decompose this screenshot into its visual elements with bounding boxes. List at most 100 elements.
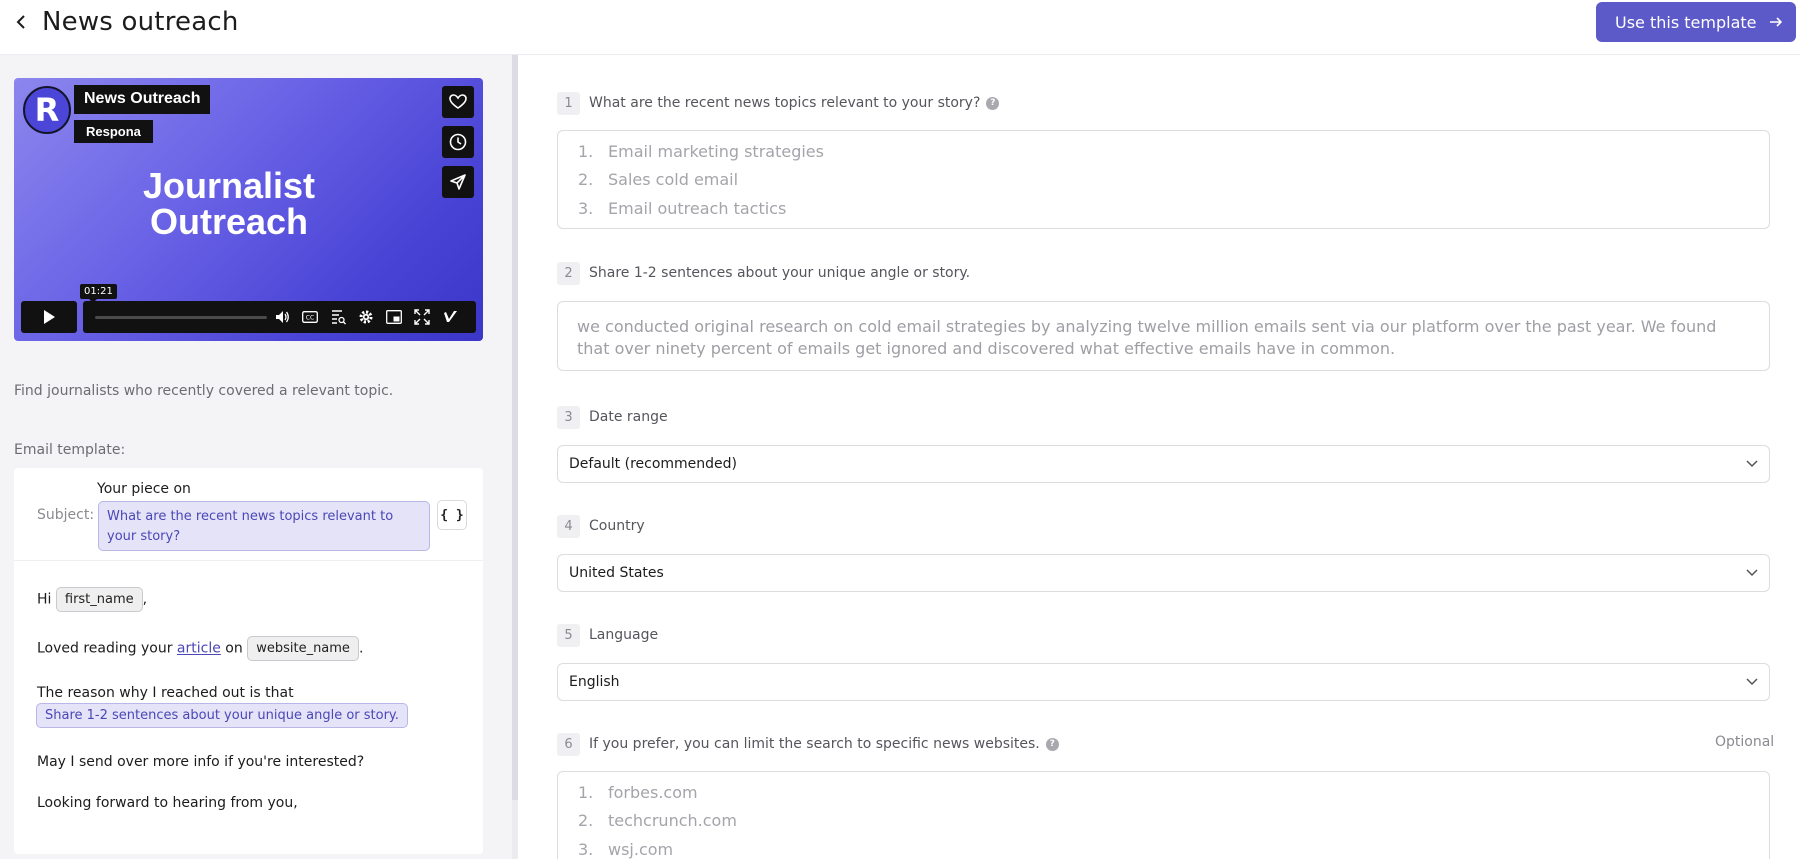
greeting-comma: ,	[142, 591, 148, 608]
vimeo-icon	[442, 311, 457, 322]
email-template-label: Email template:	[14, 442, 126, 458]
send-icon	[450, 174, 466, 190]
use-template-label: Use this template	[1615, 12, 1757, 32]
video-control-bar: CC	[83, 301, 476, 333]
pip-button[interactable]	[385, 308, 403, 326]
question-label: What are the recent news topics relevant…	[589, 95, 981, 111]
settings-icon	[359, 310, 373, 324]
question-3: 3 Date range	[557, 405, 668, 429]
angle-placeholder: we conducted original research on cold e…	[577, 317, 1717, 358]
transcript-icon	[332, 310, 346, 325]
chevron-down-icon	[1746, 569, 1758, 577]
page-title: News outreach	[42, 7, 239, 37]
progress-track[interactable]	[95, 316, 267, 319]
first-name-variable[interactable]: first_name	[55, 587, 143, 612]
greeting-line: Hi first_name,	[37, 587, 147, 612]
question-1: 1 What are the recent news topics releva…	[557, 91, 1000, 115]
chevron-down-icon	[1746, 460, 1758, 468]
back-button[interactable]	[8, 8, 34, 36]
insert-variable-button[interactable]: { }	[437, 500, 467, 530]
volume-icon	[276, 311, 289, 323]
clock-icon	[449, 133, 467, 151]
loved-reading-text: Loved reading your	[37, 640, 173, 657]
template-description: Find journalists who recently covered a …	[14, 383, 394, 399]
heart-icon	[449, 94, 467, 109]
watch-later-button[interactable]	[442, 126, 474, 158]
question-label: Date range	[589, 409, 668, 425]
placeholder-line: 3. wsj.com	[578, 840, 674, 859]
question-5: 5 Language	[557, 623, 658, 647]
card-divider	[14, 560, 483, 561]
help-icon[interactable]: ?	[986, 96, 1000, 110]
angle-variable-chip[interactable]: Share 1-2 sentences about your unique an…	[36, 703, 408, 728]
angle-line: Share 1-2 sentences about your unique an…	[36, 703, 408, 728]
chevron-down-icon	[1746, 678, 1758, 686]
loved-period: .	[358, 640, 364, 657]
email-template-card: Subject: Your piece on What are the rece…	[14, 468, 483, 854]
question-4: 4 Country	[557, 514, 645, 538]
placeholder-line: 1. forbes.com	[578, 783, 698, 802]
page-header: News outreach Use this template	[0, 0, 1800, 55]
question-number: 6	[557, 732, 580, 756]
logo-letter: R	[34, 91, 60, 129]
question-number: 5	[557, 623, 580, 647]
loved-reading-line: Loved reading your article on website_na…	[37, 636, 363, 661]
greeting-text: Hi	[37, 591, 52, 608]
cc-icon: CC	[302, 311, 318, 323]
news-websites-input[interactable]: 1. forbes.com 2. techcrunch.com 3. wsj.com	[557, 771, 1770, 859]
chevron-left-icon	[16, 15, 25, 29]
closing-line: Looking forward to hearing from you,	[37, 795, 298, 811]
play-icon	[44, 310, 55, 324]
question-number: 1	[557, 91, 580, 115]
unique-angle-input[interactable]: we conducted original research on cold e…	[557, 301, 1770, 371]
placeholder-line: 2. techcrunch.com	[578, 811, 737, 830]
select-value: United States	[569, 565, 664, 581]
language-select[interactable]: English	[557, 663, 1770, 701]
video-player[interactable]: R News Outreach Respona Journalist Outre…	[14, 78, 483, 341]
date-range-select[interactable]: Default (recommended)	[557, 445, 1770, 483]
question-6: 6 If you prefer, you can limit the searc…	[557, 732, 1059, 756]
video-author[interactable]: Respona	[74, 120, 153, 143]
question-label: Country	[589, 518, 645, 534]
video-title[interactable]: News Outreach	[74, 85, 211, 114]
subject-label: Subject:	[37, 507, 95, 523]
subject-variable-chip[interactable]: What are the recent news topics relevant…	[98, 501, 430, 551]
question-number: 4	[557, 514, 580, 538]
fullscreen-button[interactable]	[413, 308, 431, 326]
settings-button[interactable]	[357, 308, 375, 326]
vimeo-logo-button[interactable]	[441, 308, 459, 326]
video-headline: Journalist Outreach	[142, 165, 316, 242]
placeholder-line: 2. Sales cold email	[578, 170, 739, 189]
subject-prefix: Your piece on	[97, 481, 191, 497]
arrow-right-icon	[1770, 17, 1783, 27]
use-template-button[interactable]: Use this template	[1596, 2, 1796, 42]
respona-logo[interactable]: R	[23, 86, 71, 134]
placeholder-line: 1. Email marketing strategies	[578, 142, 824, 161]
share-button[interactable]	[442, 166, 474, 198]
help-icon[interactable]: ?	[1045, 737, 1059, 751]
left-scrollbar-thumb[interactable]	[512, 55, 518, 800]
video-timestamp: 01:21	[80, 284, 117, 303]
svg-text:CC: CC	[306, 315, 314, 322]
play-button[interactable]	[21, 301, 77, 333]
captions-button[interactable]: CC	[301, 308, 319, 326]
question-label: Language	[589, 627, 659, 643]
website-name-variable[interactable]: website_name	[247, 636, 359, 661]
select-value: English	[569, 674, 620, 690]
reason-line: The reason why I reached out is that	[37, 685, 294, 701]
country-select[interactable]: United States	[557, 554, 1770, 592]
news-topics-input[interactable]: 1. Email marketing strategies 2. Sales col…	[557, 130, 1770, 229]
article-link[interactable]: article	[177, 641, 221, 657]
video-controls: CC	[21, 301, 476, 333]
optional-label: Optional	[1715, 734, 1775, 750]
question-number: 3	[557, 405, 580, 429]
question-label: Share 1-2 sentences about your unique an…	[589, 265, 971, 281]
on-text: on	[225, 640, 243, 657]
like-button[interactable]	[442, 86, 474, 118]
pip-icon	[386, 310, 402, 324]
question-number: 2	[557, 261, 580, 285]
fullscreen-icon	[414, 309, 430, 325]
transcript-button[interactable]	[329, 308, 347, 326]
volume-button[interactable]	[273, 308, 291, 326]
select-value: Default (recommended)	[569, 456, 737, 472]
